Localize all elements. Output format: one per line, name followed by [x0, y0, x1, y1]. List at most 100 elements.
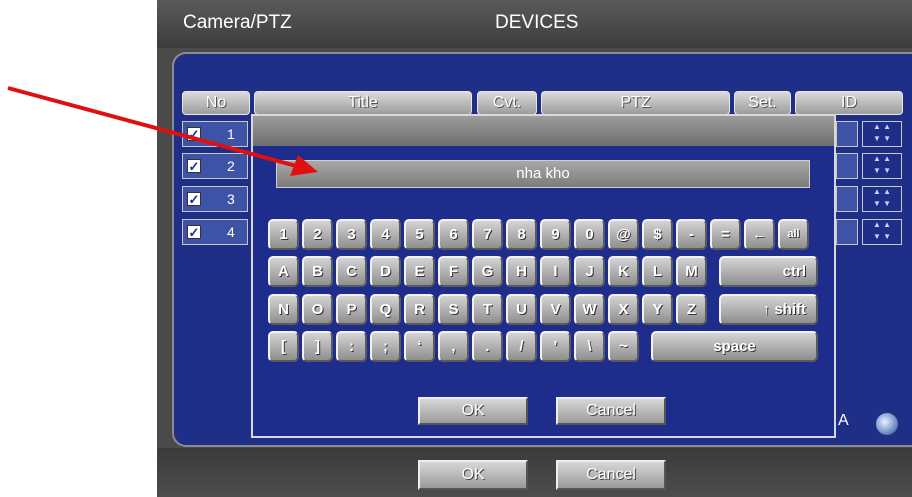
header-ptz[interactable]: PTZ: [541, 91, 730, 115]
header-cvt[interactable]: Cvt.: [477, 91, 537, 115]
row-no-cell[interactable]: ✓ 2: [182, 153, 248, 179]
key-char[interactable]: K: [608, 256, 639, 287]
row-no-cell[interactable]: ✓ 1: [182, 121, 248, 147]
key-char[interactable]: :: [336, 331, 367, 362]
key-char[interactable]: B: [302, 256, 333, 287]
window-title-left: Camera/PTZ: [183, 12, 292, 33]
key-char[interactable]: ~: [608, 331, 639, 362]
key-char[interactable]: ‘: [404, 331, 435, 362]
spin-down-icon[interactable]: ▼ ▼: [863, 166, 901, 178]
key-char[interactable]: P: [336, 294, 367, 325]
key-char[interactable]: Z: [676, 294, 707, 325]
key-char[interactable]: 6: [438, 219, 469, 250]
key-char[interactable]: A: [268, 256, 299, 287]
key-char[interactable]: Y: [642, 294, 673, 325]
row-number: 1: [227, 126, 235, 142]
id-spinner[interactable]: ▲ ▲ ▼ ▼: [862, 121, 902, 147]
checkbox-icon[interactable]: ✓: [187, 225, 201, 239]
key-char[interactable]: U: [506, 294, 537, 325]
key-char[interactable]: $: [642, 219, 673, 250]
keyboard-cancel-button[interactable]: Cancel: [556, 397, 666, 425]
text-input-field[interactable]: nha kho: [276, 160, 810, 188]
keyboard-ok-button[interactable]: OK: [418, 397, 528, 425]
key-char[interactable]: ’: [540, 331, 571, 362]
spin-down-icon[interactable]: ▼ ▼: [863, 232, 901, 244]
key-char[interactable]: /: [506, 331, 537, 362]
key-char[interactable]: I: [540, 256, 571, 287]
key-char[interactable]: 3: [336, 219, 367, 250]
key-backspace[interactable]: ←: [744, 219, 775, 250]
spin-up-icon[interactable]: ▲ ▲: [863, 122, 901, 134]
checkbox-icon[interactable]: ✓: [187, 127, 201, 141]
checkbox-icon[interactable]: ✓: [187, 192, 201, 206]
header-set[interactable]: Set.: [734, 91, 791, 115]
key-char[interactable]: 0: [574, 219, 605, 250]
spin-down-icon[interactable]: ▼ ▼: [863, 134, 901, 146]
shift-key[interactable]: ↑ shift: [719, 294, 818, 325]
key-char[interactable]: Q: [370, 294, 401, 325]
key-char[interactable]: 5: [404, 219, 435, 250]
key-char[interactable]: \: [574, 331, 605, 362]
spin-up-icon[interactable]: ▲ ▲: [863, 187, 901, 199]
key-char[interactable]: 1: [268, 219, 299, 250]
partial-label: A: [838, 412, 849, 429]
key-char[interactable]: ]: [302, 331, 333, 362]
key-char[interactable]: ,: [438, 331, 469, 362]
spin-up-icon[interactable]: ▲ ▲: [863, 220, 901, 232]
window-title-center: DEVICES: [495, 12, 579, 33]
header-no[interactable]: No: [182, 91, 250, 115]
key-char[interactable]: =: [710, 219, 741, 250]
row-no-cell[interactable]: ✓ 4: [182, 219, 248, 245]
key-char[interactable]: 2: [302, 219, 333, 250]
key-char[interactable]: G: [472, 256, 503, 287]
ctrl-key[interactable]: ctrl: [719, 256, 818, 287]
key-char[interactable]: 4: [370, 219, 401, 250]
key-char[interactable]: R: [404, 294, 435, 325]
row-number: 3: [227, 191, 235, 207]
spin-down-icon[interactable]: ▼ ▼: [863, 199, 901, 211]
key-char[interactable]: S: [438, 294, 469, 325]
key-char[interactable]: [: [268, 331, 299, 362]
row-no-cell[interactable]: ✓ 3: [182, 186, 248, 212]
key-char[interactable]: @: [608, 219, 639, 250]
key-char[interactable]: C: [336, 256, 367, 287]
key-char[interactable]: 8: [506, 219, 537, 250]
spin-up-icon[interactable]: ▲ ▲: [863, 154, 901, 166]
key-char[interactable]: N: [268, 294, 299, 325]
key-char[interactable]: M: [676, 256, 707, 287]
key-char[interactable]: -: [676, 219, 707, 250]
key-char[interactable]: J: [574, 256, 605, 287]
key-char[interactable]: 9: [540, 219, 571, 250]
row-number: 2: [227, 158, 235, 174]
id-spinner[interactable]: ▲ ▲ ▼ ▼: [862, 186, 902, 212]
key-char[interactable]: D: [370, 256, 401, 287]
footer-bar: [157, 448, 912, 497]
id-cell[interactable]: [836, 219, 858, 245]
id-cell[interactable]: [836, 186, 858, 212]
id-spinner[interactable]: ▲ ▲ ▼ ▼: [862, 153, 902, 179]
id-cell[interactable]: [836, 121, 858, 147]
key-char[interactable]: E: [404, 256, 435, 287]
key-char[interactable]: O: [302, 294, 333, 325]
key-char[interactable]: .: [472, 331, 503, 362]
header-id[interactable]: ID: [795, 91, 903, 115]
globe-icon[interactable]: [876, 413, 898, 435]
header-title[interactable]: Title: [254, 91, 472, 115]
ok-button[interactable]: OK: [418, 460, 528, 490]
key-char[interactable]: L: [642, 256, 673, 287]
cancel-button[interactable]: Cancel: [556, 460, 666, 490]
key-char[interactable]: T: [472, 294, 503, 325]
id-spinner[interactable]: ▲ ▲ ▼ ▼: [862, 219, 902, 245]
space-key[interactable]: space: [651, 331, 818, 362]
key-char[interactable]: 7: [472, 219, 503, 250]
key-char[interactable]: H: [506, 256, 537, 287]
key-enter-all[interactable]: all: [778, 219, 809, 250]
row-number: 4: [227, 224, 235, 240]
key-char[interactable]: ;: [370, 331, 401, 362]
id-cell[interactable]: [836, 153, 858, 179]
key-char[interactable]: V: [540, 294, 571, 325]
checkbox-icon[interactable]: ✓: [187, 159, 201, 173]
key-char[interactable]: X: [608, 294, 639, 325]
key-char[interactable]: W: [574, 294, 605, 325]
key-char[interactable]: F: [438, 256, 469, 287]
